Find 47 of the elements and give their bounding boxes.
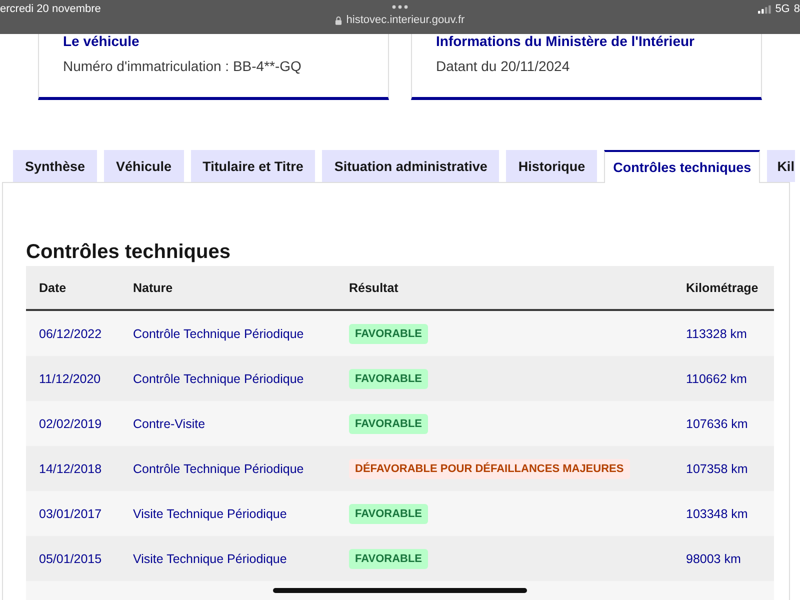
column-heading: Date — [39, 280, 66, 294]
mileage-text: 110662 km — [686, 372, 747, 386]
result-badge: FAVORABLE — [349, 504, 428, 524]
card-title: Informations du Ministère de l'Intérieur — [436, 34, 696, 48]
inspection-type: Contrôle Technique Périodique — [133, 462, 304, 476]
mileage-text: 107358 km — [686, 462, 748, 476]
column-heading: Nature — [133, 280, 173, 294]
status-date: ercredi 20 novembre — [0, 3, 101, 16]
section-heading: Contrôles techniques — [26, 240, 232, 264]
tab[interactable]: Situation administrative — [322, 150, 500, 182]
mileage-text: 98003 km — [686, 552, 741, 566]
tab[interactable]: Synthèse — [13, 150, 98, 182]
result-badge: FAVORABLE — [349, 548, 428, 568]
card-text: Datant du 20/11/2024 — [436, 57, 571, 76]
column-heading: Kilométrage — [686, 280, 758, 294]
result-badge: FAVORABLE — [349, 414, 428, 434]
battery-percent: 8 — [794, 3, 800, 16]
date-text: 03/01/2017 — [39, 506, 102, 520]
date-text: 06/12/2022 — [39, 326, 102, 340]
column-heading: Résultat — [349, 280, 398, 294]
tab[interactable]: Titulaire et Titre — [190, 150, 316, 182]
inspection-type: Contrôle Technique Périodique — [133, 372, 304, 386]
signal-icon — [758, 5, 772, 14]
mileage-text: 107636 km — [686, 416, 748, 430]
tab[interactable]: Kil — [767, 150, 796, 182]
inspection-type: Visite Technique Périodique — [133, 552, 287, 566]
lock-icon — [335, 16, 342, 25]
date-text: 14/12/2018 — [39, 462, 102, 476]
mileage-text: 113328 km — [686, 326, 747, 340]
tab[interactable]: Contrôles techniques — [604, 150, 760, 183]
result-badge: FAVORABLE — [349, 368, 428, 388]
date-text: 05/01/2015 — [39, 552, 102, 566]
date-text: 02/02/2019 — [39, 416, 102, 430]
tab[interactable]: Historique — [506, 150, 598, 182]
card-title: Le véhicule — [63, 34, 140, 48]
result-badge: DÉFAVORABLE POUR DÉFAILLANCES MAJEURES — [349, 458, 630, 478]
network-label: 5G — [775, 3, 790, 16]
date-text: 11/12/2020 — [39, 372, 101, 386]
inspection-type: Contrôle Technique Périodique — [133, 326, 304, 340]
result-badge: FAVORABLE — [349, 324, 428, 344]
card-text: Numéro d'immatriculation : BB-4**-GQ — [63, 57, 302, 76]
tab[interactable]: Véhicule — [104, 150, 184, 182]
mileage-text: 103348 km — [686, 506, 748, 520]
url-text[interactable]: histovec.interieur.gouv.fr — [346, 14, 465, 27]
multitasking-dots-icon[interactable] — [392, 5, 408, 9]
inspection-type: Visite Technique Périodique — [133, 506, 287, 520]
inspection-type: Contre-Visite — [133, 416, 206, 430]
